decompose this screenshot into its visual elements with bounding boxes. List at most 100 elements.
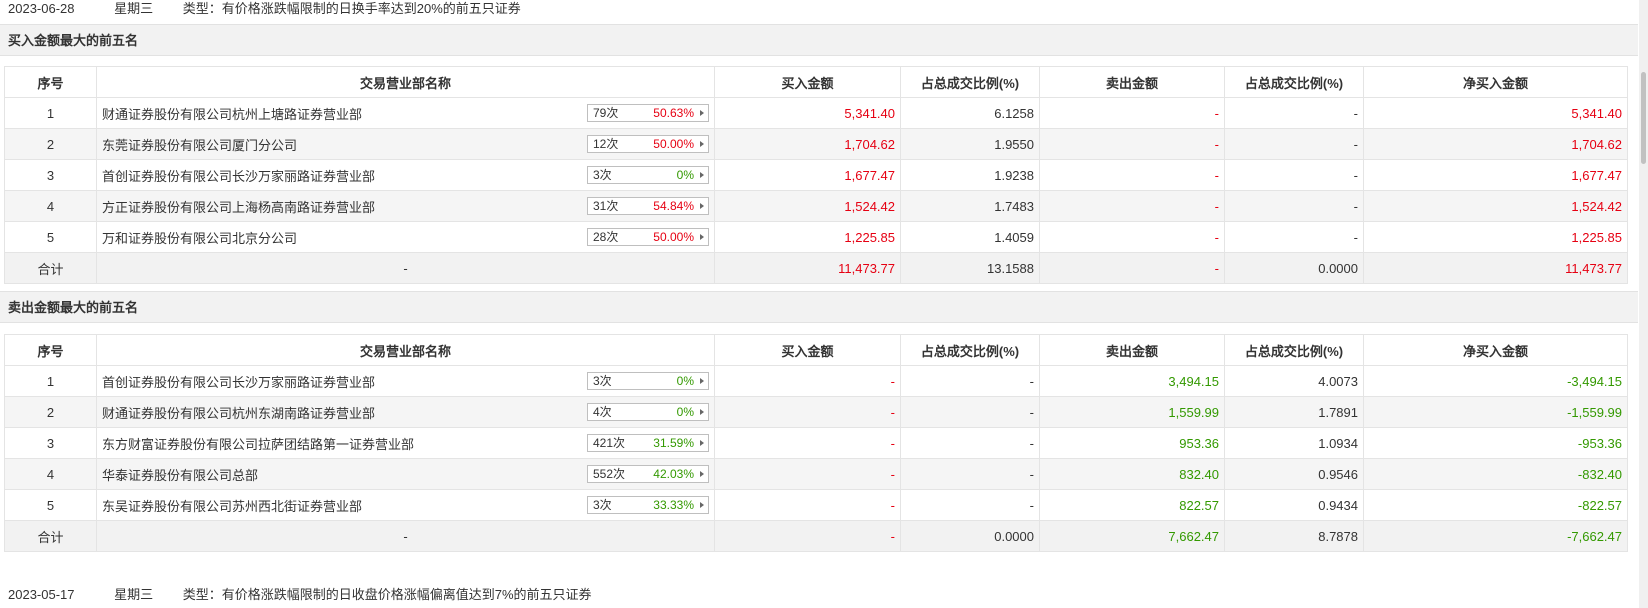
branch-name-link[interactable]: 万和证券股份有限公司北京分公司 [102,228,297,247]
net-amount-cell: 1,524.42 [1363,190,1628,222]
sell-amount-cell: 953.36 [1039,427,1225,459]
caret-right-icon [700,378,704,384]
buy-amount-cell: 1,524.42 [714,190,901,222]
caret-right-icon [700,440,704,446]
listing-count: 3次 [593,498,612,512]
scrollbar-thumb[interactable] [1641,72,1646,164]
caret-right-icon [700,502,704,508]
caret-right-icon [700,110,704,116]
sell-amount-cell: - [1039,97,1225,129]
rank-cell: 3 [4,159,97,191]
col-header-buy-ratio: 占总成交比例(%) [900,66,1040,98]
buy-amount-cell: - [714,365,901,397]
net-amount-cell: -822.57 [1363,489,1628,521]
sell-amount-cell: 3,494.15 [1039,365,1225,397]
rank-cell: 4 [4,190,97,222]
sell-amount-cell: - [1039,190,1225,222]
buy-ratio-cell: - [900,365,1040,397]
branch-name-link[interactable]: 财通证券股份有限公司杭州上塘路证券营业部 [102,104,362,123]
branch-cell: 财通证券股份有限公司杭州上塘路证券营业部 79次 50.63% [96,97,715,129]
branch-name-link[interactable]: 首创证券股份有限公司长沙万家丽路证券营业部 [102,166,375,185]
branch-stats-button[interactable]: 4次 0% [587,403,709,421]
sell-ratio-cell: 0.9434 [1224,489,1364,521]
total-buy-ratio: 0.0000 [900,520,1040,552]
buy-ratio-cell: - [900,458,1040,490]
col-header-net: 净买入金额 [1363,334,1628,366]
win-rate: 42.03% [653,467,694,481]
listing-count: 31次 [593,199,619,213]
buy-section-title: 买入金额最大的前五名 [0,24,1638,56]
branch-stats-button[interactable]: 31次 54.84% [587,197,709,215]
sell-amount-cell: - [1039,128,1225,160]
col-header-net: 净买入金额 [1363,66,1628,98]
sell-ratio-cell: 1.7891 [1224,396,1364,428]
branch-cell: 华泰证券股份有限公司总部 552次 42.03% [96,458,715,490]
branch-cell: 财通证券股份有限公司杭州东湖南路证券营业部 4次 0% [96,396,715,428]
branch-stats-button[interactable]: 3次 0% [587,166,709,184]
buy-amount-cell: 1,677.47 [714,159,901,191]
net-amount-cell: 1,677.47 [1363,159,1628,191]
listing-count: 79次 [593,106,619,120]
buy-ratio-cell: - [900,427,1040,459]
caret-right-icon [700,409,704,415]
buy-amount-cell: 1,225.85 [714,221,901,253]
listing-count: 552次 [593,467,626,481]
win-rate: 0% [676,168,694,182]
total-branch-cell: - [96,252,715,284]
branch-name-link[interactable]: 华泰证券股份有限公司总部 [102,465,258,484]
branch-name-link[interactable]: 东吴证券股份有限公司苏州西北街证券营业部 [102,496,362,515]
sell-amount-cell: - [1039,221,1225,253]
win-rate: 0% [676,374,694,388]
branch-name-link[interactable]: 东莞证券股份有限公司厦门分公司 [102,135,297,154]
buy-ratio-cell: 1.4059 [900,221,1040,253]
col-header-sell-ratio: 占总成交比例(%) [1224,66,1364,98]
branch-stats-button[interactable]: 12次 50.00% [587,135,709,153]
buy-ratio-cell: 6.1258 [900,97,1040,129]
branch-name-link[interactable]: 东方财富证券股份有限公司拉萨团结路第一证券营业部 [102,434,414,453]
net-amount-cell: -3,494.15 [1363,365,1628,397]
branch-stats-button[interactable]: 79次 50.63% [587,104,709,122]
branch-stats-button[interactable]: 552次 42.03% [587,465,709,483]
caret-right-icon [700,141,704,147]
table-row: 3 首创证券股份有限公司长沙万家丽路证券营业部 3次 0% 1,677.47 1.9238… [4,159,1628,191]
rank-cell: 4 [4,458,97,490]
branch-cell: 首创证券股份有限公司长沙万家丽路证券营业部 3次 0% [96,159,715,191]
rank-cell: 1 [4,365,97,397]
listing-count: 12次 [593,137,619,151]
branch-stats-button[interactable]: 28次 50.00% [587,228,709,246]
buy-ratio-cell: 1.7483 [900,190,1040,222]
buy-ratio-cell: 1.9238 [900,159,1040,191]
buy-amount-cell: 1,704.62 [714,128,901,160]
branch-name-link[interactable]: 方正证券股份有限公司上海杨高南路证券营业部 [102,197,375,216]
branch-stats-button[interactable]: 3次 33.33% [587,496,709,514]
rank-cell: 2 [4,128,97,160]
total-sell-amount: 7,662.47 [1039,520,1225,552]
sell-amount-cell: 832.40 [1039,458,1225,490]
caret-right-icon [700,234,704,240]
table-row: 1 首创证券股份有限公司长沙万家丽路证券营业部 3次 0% - -3,494.15 4.00… [4,365,1628,397]
buy-ratio-cell: 1.9550 [900,128,1040,160]
total-row: 合计 - -0.0000 7,662.47 8.7878 -7,662.47 [4,520,1628,552]
date-line: 2023-05-17 星期三 类型：有价格涨跌幅限制的日收盘价格涨幅偏离值达到7… [0,586,1632,604]
win-rate: 33.33% [653,498,694,512]
branch-name-link[interactable]: 首创证券股份有限公司长沙万家丽路证券营业部 [102,372,375,391]
total-label: 合计 [4,252,97,284]
sell-ratio-cell: - [1224,190,1364,222]
listing-count: 4次 [593,405,612,419]
rank-cell: 2 [4,396,97,428]
rank-cell: 3 [4,427,97,459]
total-buy-amount: 11,473.77 [714,252,901,284]
sell-ratio-cell: - [1224,221,1364,253]
total-sell-amount: - [1039,252,1225,284]
trade-type: 类型：有价格涨跌幅限制的日换手率达到20%的前五只证券 [182,1,521,16]
branch-cell: 首创证券股份有限公司长沙万家丽路证券营业部 3次 0% [96,365,715,397]
sell-amount-cell: - [1039,159,1225,191]
branch-stats-button[interactable]: 421次 31.59% [587,434,709,452]
branch-name-link[interactable]: 财通证券股份有限公司杭州东湖南路证券营业部 [102,403,375,422]
win-rate: 31.59% [653,436,694,450]
sell-ratio-cell: - [1224,128,1364,160]
branch-stats-button[interactable]: 3次 0% [587,372,709,390]
trade-weekday: 星期三 [114,1,154,16]
listing-count: 3次 [593,374,612,388]
total-label: 合计 [4,520,97,552]
